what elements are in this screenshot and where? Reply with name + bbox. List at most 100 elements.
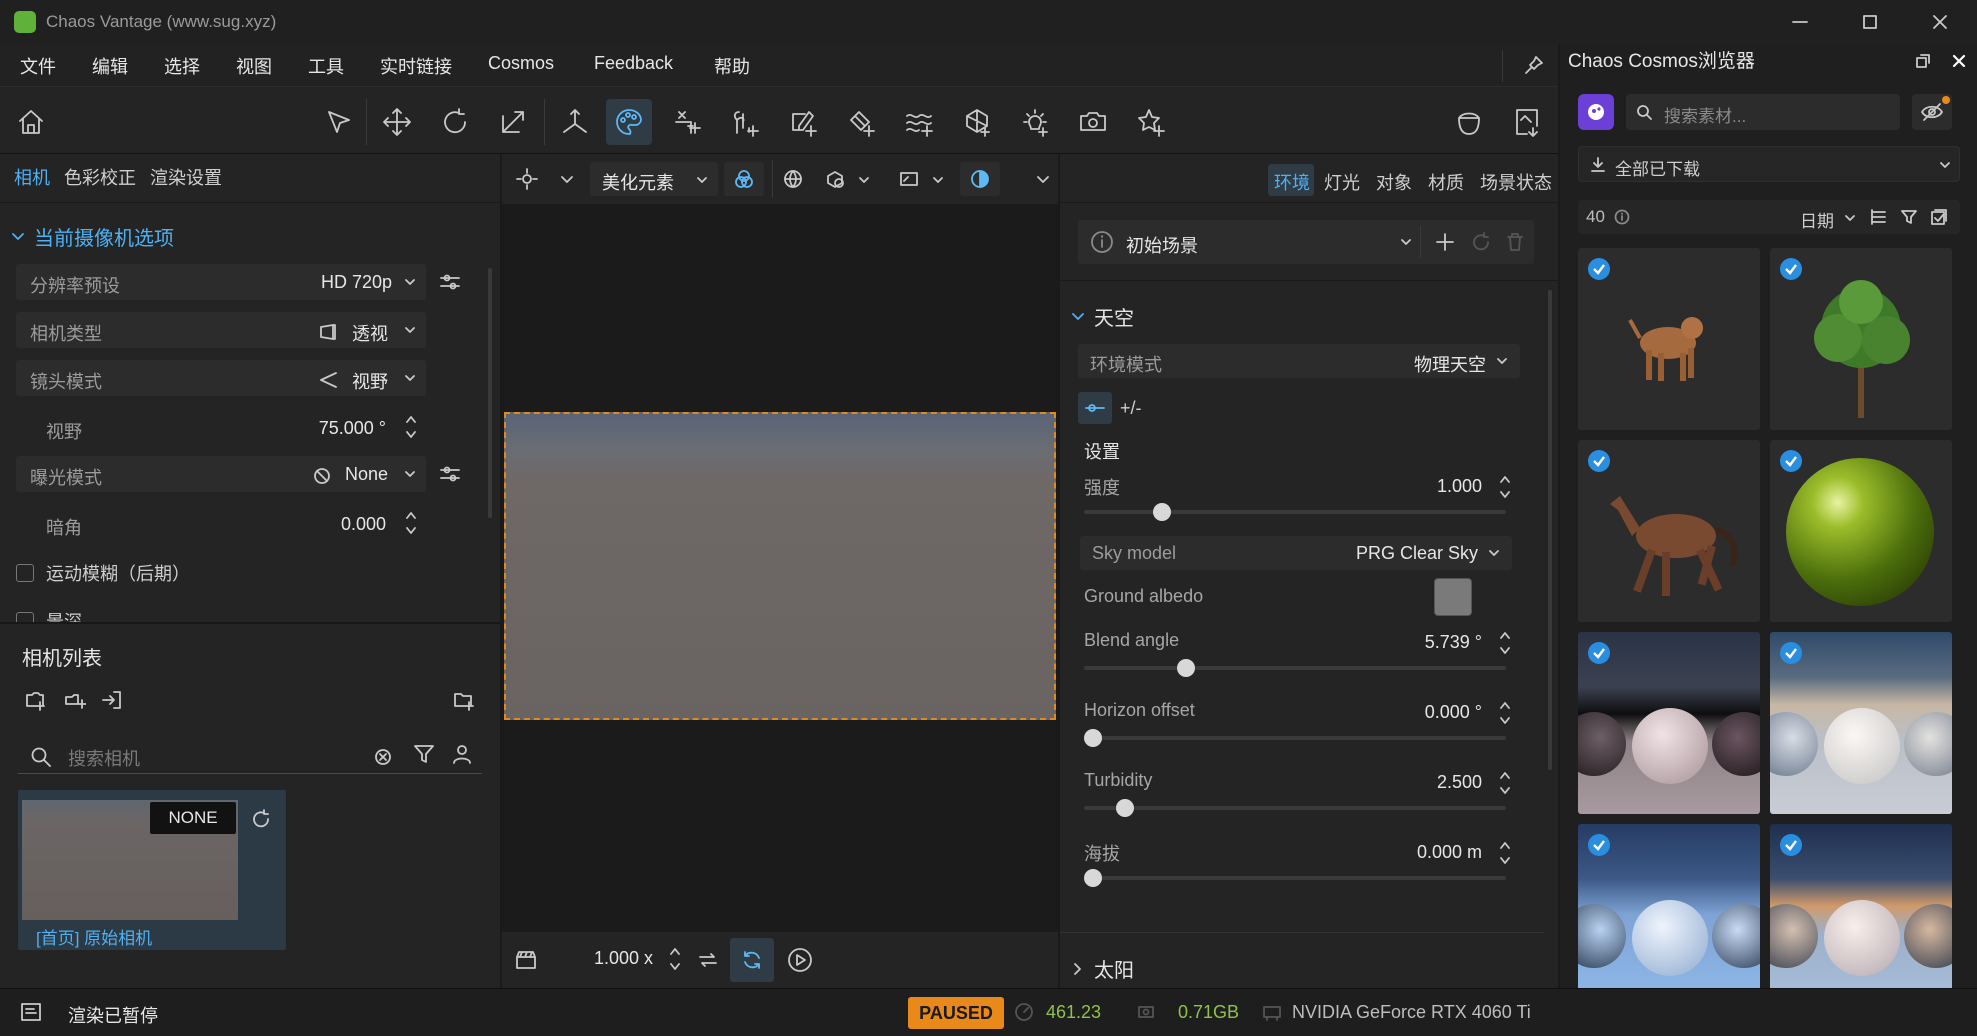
add-effect-button[interactable] — [1128, 99, 1174, 145]
render-frame[interactable] — [504, 412, 1056, 720]
section-sun[interactable]: 太阳 — [1070, 954, 1134, 983]
add-vegetation-button[interactable] — [722, 99, 768, 145]
asset-tile-tree[interactable] — [1770, 248, 1952, 430]
tab-color-correction[interactable]: 色彩校正 — [64, 164, 136, 190]
minimize-button[interactable] — [1788, 10, 1812, 34]
split-view-button[interactable] — [960, 162, 1000, 196]
turbidity-slider[interactable] — [1084, 799, 1506, 817]
slider-knob[interactable] — [1084, 869, 1102, 887]
tab-environment[interactable]: 环境 — [1274, 169, 1310, 195]
intensity-slider[interactable] — [1084, 503, 1506, 521]
menu-live-link[interactable]: 实时链接 — [380, 53, 452, 79]
dof-checkbox[interactable]: 景深 — [16, 608, 82, 622]
lens-mode-dropdown[interactable]: 镜头模式 视野 — [16, 360, 426, 396]
menu-feedback[interactable]: Feedback — [594, 53, 673, 74]
import-camera-icon[interactable] — [100, 688, 124, 712]
parameter-mode-button[interactable] — [1078, 392, 1112, 424]
sort-dropdown[interactable]: 日期 — [1800, 207, 1834, 232]
resolution-preset-dropdown[interactable]: 分辨率预设 HD 720p — [16, 264, 426, 300]
pin-icon[interactable] — [1522, 53, 1546, 77]
cosmos-logo-icon[interactable] — [1578, 94, 1614, 130]
scale-tool-button[interactable] — [490, 99, 536, 145]
cosmos-visibility-button[interactable] — [1912, 94, 1952, 130]
exposure-settings-icon[interactable] — [438, 462, 462, 486]
download-filter-dropdown[interactable]: 全部已下载 — [1578, 146, 1960, 182]
close-button[interactable] — [1928, 10, 1952, 34]
maximize-button[interactable] — [1858, 10, 1882, 34]
paused-badge[interactable]: PAUSED — [908, 997, 1004, 1029]
motion-blur-checkbox[interactable]: 运动模糊（后期） — [16, 560, 190, 586]
move-tool-button[interactable] — [374, 99, 420, 145]
asset-tile-hdri-sunset[interactable] — [1578, 632, 1760, 814]
asset-tile-horse[interactable] — [1578, 440, 1760, 622]
asset-tile-hdri-dusk[interactable] — [1770, 824, 1952, 1006]
scene-dropdown[interactable]: 初始场景 — [1078, 220, 1534, 264]
color-channels-button[interactable] — [724, 162, 764, 196]
new-folder-icon[interactable] — [452, 688, 476, 712]
slider-knob[interactable] — [1116, 799, 1135, 817]
tab-materials[interactable]: 材质 — [1428, 169, 1464, 195]
menu-help[interactable]: 帮助 — [714, 53, 750, 79]
asset-tile-hdri-cloudy[interactable] — [1578, 824, 1760, 1006]
horizon-offset-slider[interactable] — [1084, 729, 1506, 747]
menu-cosmos[interactable]: Cosmos — [488, 53, 554, 74]
tab-scene-states[interactable]: 场景状态 — [1480, 169, 1552, 195]
tab-lights[interactable]: 灯光 — [1324, 169, 1360, 195]
asset-tile-hdri-sky[interactable] — [1770, 632, 1952, 814]
menu-file[interactable]: 文件 — [20, 53, 56, 79]
beautify-elements-dropdown[interactable]: 美化元素 — [590, 162, 718, 196]
section-sky[interactable]: 天空 — [1070, 302, 1134, 331]
plus-minus-toggle[interactable]: +/- — [1120, 398, 1142, 419]
menu-tools[interactable]: 工具 — [308, 53, 344, 79]
section-current-camera[interactable]: 当前摄像机选项 — [10, 222, 174, 251]
image-export-button[interactable] — [1504, 99, 1550, 145]
shading-mode-dropdown[interactable] — [818, 162, 878, 196]
downloaded-check-icon — [1780, 642, 1802, 664]
menu-select[interactable]: 选择 — [164, 53, 200, 79]
blend-angle-slider[interactable] — [1084, 659, 1506, 677]
add-decal-button[interactable] — [780, 99, 826, 145]
tab-objects[interactable]: 对象 — [1376, 169, 1412, 195]
add-brush-button[interactable] — [838, 99, 884, 145]
realtime-sync-button[interactable] — [730, 938, 774, 982]
user-icon[interactable] — [450, 742, 474, 766]
scrollbar[interactable] — [1548, 290, 1552, 770]
menu-view[interactable]: 视图 — [236, 53, 272, 79]
slider-knob[interactable] — [1176, 659, 1195, 677]
rotate-tool-button[interactable] — [432, 99, 478, 145]
cosmos-search-input[interactable]: 搜索素材... — [1626, 94, 1900, 130]
exposure-mode-dropdown[interactable]: 曝光模式 None — [16, 456, 426, 492]
pivot-tool-button[interactable] — [552, 99, 598, 145]
add-light-button[interactable] — [1012, 99, 1058, 145]
ground-albedo-color-swatch[interactable] — [1434, 578, 1472, 616]
scrollbar[interactable] — [488, 268, 492, 518]
home-button[interactable] — [8, 99, 54, 145]
add-environment-button[interactable] — [954, 99, 1000, 145]
tab-render-settings[interactable]: 渲染设置 — [150, 164, 222, 190]
environment-mode-dropdown[interactable]: 环境模式 物理天空 — [1078, 344, 1520, 378]
resolution-settings-icon[interactable] — [438, 270, 462, 294]
fov-field[interactable]: 视野 75.000 ° — [16, 410, 426, 446]
sky-model-dropdown[interactable]: Sky model PRG Clear Sky — [1080, 536, 1512, 570]
asset-tile-green-sphere[interactable] — [1770, 440, 1952, 622]
menu-edit[interactable]: 编辑 — [92, 53, 128, 79]
add-water-button[interactable] — [896, 99, 942, 145]
slider-knob[interactable] — [1152, 503, 1171, 521]
add-camera-icon[interactable] — [24, 688, 48, 712]
camera-card[interactable]: NONE [首页] 原始相机 — [18, 790, 286, 950]
aspect-ratio-dropdown[interactable] — [892, 162, 952, 196]
altitude-slider[interactable] — [1084, 869, 1506, 887]
add-camera-button[interactable] — [1070, 99, 1116, 145]
vignette-field[interactable]: 暗角 0.000 — [16, 506, 426, 542]
camera-type-dropdown[interactable]: 相机类型 透视 — [16, 312, 426, 348]
select-tool-button[interactable] — [316, 99, 362, 145]
add-cosmos-asset-button[interactable] — [664, 99, 710, 145]
palette-tool-button[interactable] — [606, 99, 652, 145]
tab-camera[interactable]: 相机 — [14, 164, 50, 190]
slider-knob[interactable] — [1084, 729, 1102, 747]
playback-speed[interactable]: 1.000 x — [594, 948, 653, 969]
filter-icon[interactable] — [412, 742, 436, 766]
material-library-button[interactable] — [1446, 99, 1492, 145]
duplicate-camera-icon[interactable] — [62, 688, 86, 712]
asset-tile-dog[interactable] — [1578, 248, 1760, 430]
